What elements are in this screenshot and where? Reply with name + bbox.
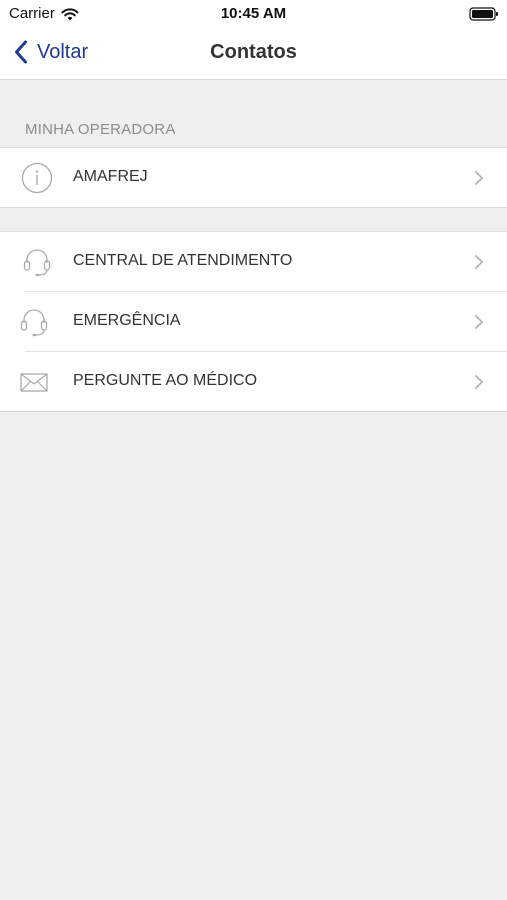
list-item-emergencia[interactable]: EMERGÊNCIA [20, 291, 507, 351]
list-item-label: EMERGÊNCIA [73, 312, 181, 329]
list-item-label: PERGUNTE AO MÉDICO [73, 372, 258, 389]
page-title: Contatos [210, 41, 297, 63]
list-item-label: AMAFREJ [73, 168, 148, 185]
list-item-central-de-atendimento[interactable]: CENTRAL DE ATENDIMENTO [0, 232, 507, 291]
chevron-right-icon [475, 375, 483, 389]
list-item-label: CENTRAL DE ATENDIMENTO [73, 252, 293, 269]
list-item-amafrej[interactable]: AMAFREJ [0, 148, 507, 207]
contacts-group: CENTRAL DE ATENDIMENTO EMERGÊNCIA PERGUN… [0, 231, 507, 412]
chevron-right-icon [475, 315, 483, 329]
chevron-right-icon [475, 255, 483, 269]
section-header: MINHA OPERADORA [25, 121, 176, 138]
status-bar: Carrier 10:45 AM [0, 0, 507, 28]
navigation-bar: Voltar Contatos [0, 28, 507, 80]
status-time: 10:45 AM [220, 5, 287, 22]
chevron-right-icon [475, 171, 483, 185]
battery-icon [469, 7, 498, 21]
envelope-icon [20, 373, 48, 392]
headset-icon [23, 249, 51, 277]
info-icon [21, 162, 53, 194]
headset-icon [20, 309, 48, 337]
operator-group: AMAFREJ [0, 147, 507, 208]
list-item-pergunte-ao-medico[interactable]: PERGUNTE AO MÉDICO [20, 351, 507, 411]
